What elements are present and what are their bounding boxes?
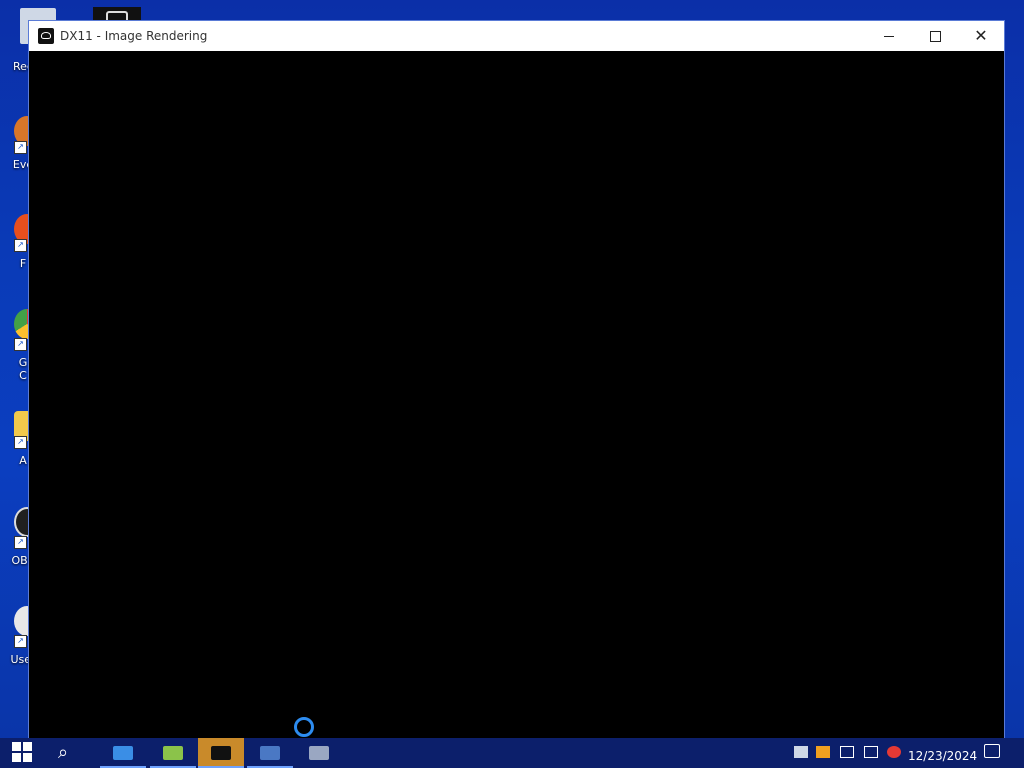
windows-logo-icon	[12, 742, 21, 751]
shortcut-arrow-icon: ↗	[14, 635, 27, 648]
minimize-button[interactable]	[866, 21, 912, 51]
render-canvas[interactable]	[29, 51, 1004, 749]
shortcut-arrow-icon: ↗	[14, 239, 27, 252]
taskbar-item-dx11-app[interactable]	[198, 738, 244, 768]
taskbar-item-app-blue[interactable]	[247, 738, 293, 768]
taskbar-clock-date[interactable]: 12/23/2024	[908, 749, 977, 763]
window-titlebar[interactable]: DX11 - Image Rendering ✕	[29, 21, 1004, 51]
search-button[interactable]: ⌕	[58, 742, 82, 764]
maximize-icon	[929, 30, 941, 42]
notification-center-icon[interactable]	[984, 744, 1000, 758]
shortcut-arrow-icon: ↗	[14, 536, 27, 549]
close-icon: ✕	[974, 26, 988, 45]
app-blue-icon	[260, 746, 280, 760]
desktop-app-icon[interactable]	[93, 7, 141, 23]
tray-icon-1[interactable]	[794, 746, 808, 758]
app-green-icon	[163, 746, 183, 760]
taskbar-item-app-green[interactable]	[150, 738, 196, 768]
network-icon[interactable]	[864, 746, 878, 758]
volume-muted-icon[interactable]	[887, 746, 901, 758]
file-explorer-icon	[113, 746, 133, 760]
app-logo-icon	[38, 28, 54, 44]
taskbar-item-app-grey[interactable]	[296, 738, 342, 768]
app-grey-icon	[309, 746, 329, 760]
dx11-app-icon	[211, 746, 231, 760]
app-window[interactable]: DX11 - Image Rendering ✕	[28, 20, 1005, 750]
shortcut-arrow-icon: ↗	[14, 141, 27, 154]
minimize-icon	[884, 35, 894, 37]
shortcut-arrow-icon: ↗	[14, 338, 27, 351]
maximize-button[interactable]	[912, 21, 958, 51]
tray-icon-3[interactable]	[840, 746, 854, 758]
taskbar-item-file-explorer[interactable]	[100, 738, 146, 768]
search-icon: ⌕	[58, 742, 69, 763]
shortcut-arrow-icon: ↗	[14, 436, 27, 449]
start-button[interactable]	[12, 742, 34, 764]
loading-spinner-icon	[294, 717, 314, 737]
window-title: DX11 - Image Rendering	[60, 29, 208, 43]
close-button[interactable]: ✕	[958, 21, 1004, 51]
tray-icon-2[interactable]	[816, 746, 830, 758]
taskbar: ⌕	[0, 738, 1024, 768]
